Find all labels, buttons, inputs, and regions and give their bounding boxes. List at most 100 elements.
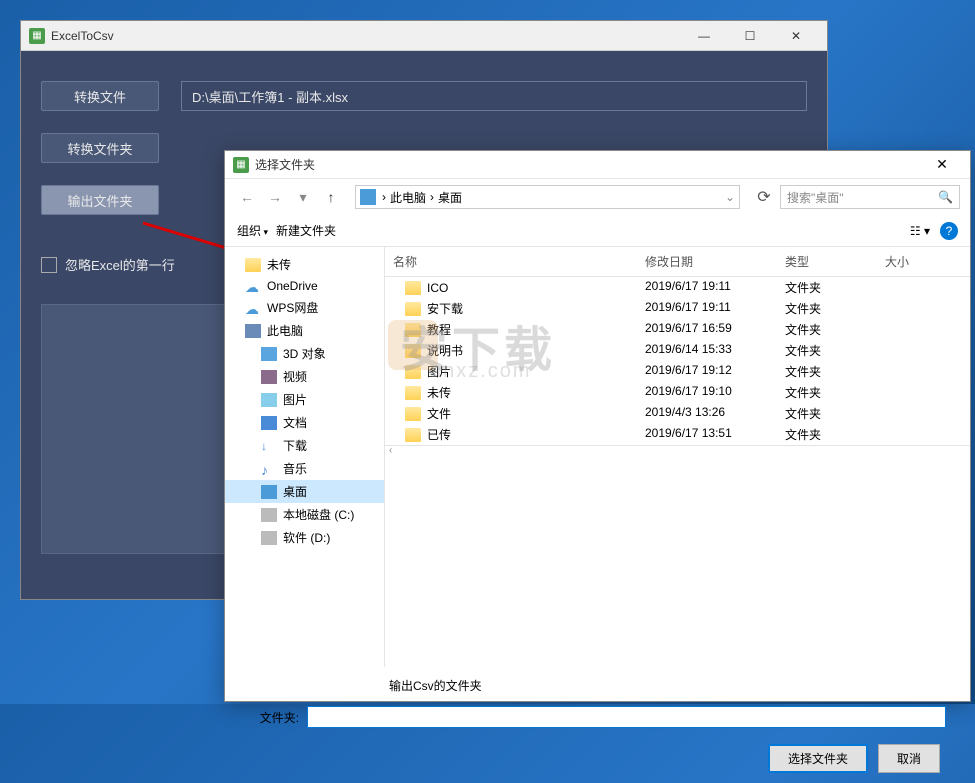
file-row[interactable]: 教程2019/6/17 16:59文件夹 [385, 319, 970, 340]
tree-item[interactable]: 桌面 [225, 480, 384, 503]
file-name: 说明书 [427, 342, 463, 359]
minimize-button[interactable]: — [681, 21, 727, 51]
file-row[interactable]: 未传 2019/6/17 19:10文件夹 [385, 382, 970, 403]
col-name[interactable]: 名称 [385, 247, 637, 276]
refresh-button[interactable]: ⟳ [752, 185, 776, 209]
file-name: 教程 [427, 321, 451, 338]
address-dropdown-icon[interactable]: ⌄ [725, 190, 735, 204]
tree-item-label: 未传 [267, 256, 291, 273]
tree-item[interactable]: 此电脑 [225, 319, 384, 342]
file-date: 2019/6/14 15:33 [637, 342, 777, 359]
tree-item[interactable]: ☁WPS网盘 [225, 296, 384, 319]
file-type: 文件夹 [777, 342, 877, 359]
file-row[interactable]: 图片2019/6/17 19:12文件夹 [385, 361, 970, 382]
drive-icon [261, 531, 277, 545]
address-icon [360, 189, 376, 205]
convert-folder-button[interactable]: 转换文件夹 [41, 133, 159, 163]
file-name: 图片 [427, 363, 451, 380]
file-date: 2019/6/17 19:11 [637, 300, 777, 317]
music-icon: ♪ [261, 462, 277, 476]
file-row[interactable]: 文件2019/4/3 13:26文件夹 [385, 403, 970, 424]
folder-icon [405, 281, 421, 295]
close-button[interactable]: ✕ [773, 21, 819, 51]
col-type[interactable]: 类型 [777, 247, 877, 276]
folder-name-input[interactable] [307, 706, 946, 728]
file-type: 文件夹 [777, 279, 877, 296]
col-date[interactable]: 修改日期 [637, 247, 777, 276]
search-input[interactable]: 搜索"桌面" 🔍 [780, 185, 960, 209]
tree-item-label: 视频 [283, 368, 307, 385]
file-name: 未传 [427, 384, 451, 401]
col-size[interactable]: 大小 [877, 247, 970, 276]
tree-item[interactable]: 文档 [225, 411, 384, 434]
help-button[interactable]: ? [940, 222, 958, 240]
file-path-input[interactable] [181, 81, 807, 111]
img-icon [261, 393, 277, 407]
list-header: 名称 修改日期 类型 大小 [385, 247, 970, 277]
convert-file-button[interactable]: 转换文件 [41, 81, 159, 111]
organize-button[interactable]: 组织 [237, 222, 276, 239]
new-folder-button[interactable]: 新建文件夹 [276, 222, 344, 239]
tree-item[interactable]: 3D 对象 [225, 342, 384, 365]
file-row[interactable]: 已传2019/6/17 13:51文件夹 [385, 424, 970, 445]
folder-icon [405, 365, 421, 379]
folder-tree[interactable]: 未传 ☁OneDrive☁WPS网盘此电脑 3D 对象视频图片文档 ↓ 下载 ♪ 音乐桌面本… [225, 247, 385, 667]
dl-icon: ↓ [261, 439, 277, 453]
obj-icon [261, 347, 277, 361]
tree-item[interactable]: ♪ 音乐 [225, 457, 384, 480]
file-name: ICO [427, 281, 448, 295]
file-type: 文件夹 [777, 426, 877, 443]
tree-item-label: 此电脑 [267, 322, 303, 339]
cloud-icon: ☁ [245, 301, 261, 315]
breadcrumb-current[interactable]: 桌面 [438, 189, 462, 206]
dialog-close-button[interactable]: ✕ [922, 151, 962, 179]
file-type: 文件夹 [777, 384, 877, 401]
nav-back-button[interactable]: ← [235, 185, 259, 209]
folder-icon [405, 344, 421, 358]
tree-item[interactable]: 图片 [225, 388, 384, 411]
cloud-icon: ☁ [245, 279, 261, 293]
cancel-button[interactable]: 取消 [878, 744, 940, 773]
blue-icon [261, 485, 277, 499]
maximize-button[interactable]: ☐ [727, 21, 773, 51]
tree-item[interactable]: 未传 [225, 253, 384, 276]
dialog-titlebar: ▦ 选择文件夹 ✕ [225, 151, 970, 179]
ignore-first-row-checkbox[interactable] [41, 257, 57, 273]
horizontal-scrollbar[interactable]: ‹ [385, 445, 970, 455]
nav-up-button[interactable]: ↑ [319, 185, 343, 209]
tree-item[interactable]: 本地磁盘 (C:) [225, 503, 384, 526]
folder-field-label: 文件夹: [249, 709, 299, 726]
output-folder-button[interactable]: 输出文件夹 [41, 185, 159, 215]
tree-item-label: 音乐 [283, 460, 307, 477]
tree-item[interactable]: ☁OneDrive [225, 276, 384, 296]
file-row[interactable]: ICO 2019/6/17 19:11文件夹 [385, 277, 970, 298]
tree-item-label: 本地磁盘 (C:) [283, 506, 354, 523]
file-name: 安下载 [427, 300, 463, 317]
file-type: 文件夹 [777, 405, 877, 422]
view-mode-button[interactable]: ☷ ▾ [910, 224, 930, 238]
drive-icon [261, 508, 277, 522]
tree-item[interactable]: 视频 [225, 365, 384, 388]
nav-recent-button[interactable]: ▾ [291, 185, 315, 209]
address-bar[interactable]: › 此电脑 › 桌面 ⌄ [355, 185, 740, 209]
folder-icon [405, 323, 421, 337]
breadcrumb-root[interactable]: 此电脑 [390, 189, 426, 206]
file-date: 2019/6/17 19:10 [637, 384, 777, 401]
video-icon [261, 370, 277, 384]
tree-item-label: 下载 [283, 437, 307, 454]
file-name: 已传 [427, 426, 451, 443]
nav-bar: ← → ▾ ↑ › 此电脑 › 桌面 ⌄ ⟳ 搜索"桌面" 🔍 [225, 179, 970, 215]
app-title: ExcelToCsv [51, 29, 681, 43]
file-date: 2019/6/17 19:11 [637, 279, 777, 296]
tree-item-label: 软件 (D:) [283, 529, 330, 546]
tree-item-label: 文档 [283, 414, 307, 431]
ignore-first-row-label: 忽略Excel的第一行 [65, 255, 175, 274]
file-row[interactable]: 安下载2019/6/17 19:11文件夹 [385, 298, 970, 319]
file-row[interactable]: 说明书 2019/6/14 15:33文件夹 [385, 340, 970, 361]
pc-icon [245, 324, 261, 338]
select-folder-button[interactable]: 选择文件夹 [768, 744, 868, 773]
tree-item[interactable]: 软件 (D:) [225, 526, 384, 549]
tree-item-label: 图片 [283, 391, 307, 408]
nav-forward-button[interactable]: → [263, 185, 287, 209]
tree-item[interactable]: ↓ 下载 [225, 434, 384, 457]
